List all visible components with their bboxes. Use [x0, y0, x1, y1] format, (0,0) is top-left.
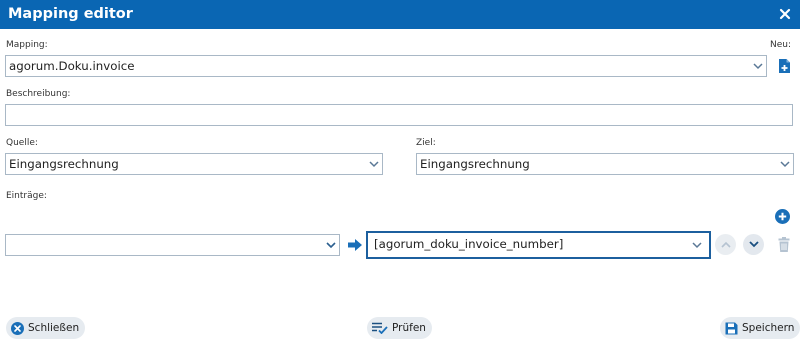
chevron-down-icon[interactable]: [322, 235, 339, 255]
entry-target-value: [agorum_doku_invoice_number]: [374, 237, 564, 251]
description-label: Beschreibung:: [6, 89, 71, 99]
chevron-down-icon[interactable]: [365, 154, 382, 174]
mapping-label: Mapping:: [6, 40, 48, 50]
new-label: Neu:: [770, 40, 792, 50]
add-entry-icon[interactable]: [775, 209, 790, 224]
chevron-down-icon[interactable]: [776, 154, 793, 174]
chevron-up-icon: [720, 241, 731, 248]
check-button-label: Prüfen: [392, 322, 426, 334]
trash-icon[interactable]: [778, 237, 790, 252]
entry-target-select[interactable]: [agorum_doku_invoice_number]: [366, 231, 711, 259]
source-value: Eingangsrechnung: [9, 157, 119, 171]
mapping-value: agorum.Doku.invoice: [9, 59, 135, 73]
entries-label: Einträge:: [6, 191, 47, 201]
close-button-label: Schließen: [28, 322, 80, 334]
description-input[interactable]: [5, 104, 793, 126]
arrow-right-icon: [348, 239, 362, 251]
save-icon: [725, 322, 738, 334]
source-label: Quelle:: [6, 138, 38, 148]
move-down-button[interactable]: [743, 234, 764, 255]
move-up-button[interactable]: [715, 234, 736, 255]
new-document-icon[interactable]: [778, 58, 791, 74]
close-icon[interactable]: [778, 7, 792, 21]
chevron-down-icon[interactable]: [687, 234, 707, 256]
window-title: Mapping editor: [8, 6, 133, 22]
chevron-down-icon[interactable]: [749, 56, 766, 76]
target-label: Ziel:: [416, 138, 436, 148]
mapping-select[interactable]: agorum.Doku.invoice: [5, 55, 767, 77]
close-button[interactable]: Schließen: [6, 317, 86, 339]
check-button[interactable]: Prüfen: [367, 317, 432, 339]
entry-source-select[interactable]: [5, 234, 340, 256]
target-select[interactable]: Eingangsrechnung: [416, 153, 794, 175]
target-value: Eingangsrechnung: [420, 157, 530, 171]
source-select[interactable]: Eingangsrechnung: [5, 153, 383, 175]
checklist-icon: [372, 322, 388, 334]
save-button-label: Speichern: [742, 322, 795, 334]
close-circle-icon: [11, 321, 24, 335]
save-button[interactable]: Speichern: [720, 317, 800, 339]
title-bar: Mapping editor: [0, 0, 800, 29]
chevron-down-icon: [748, 241, 759, 248]
